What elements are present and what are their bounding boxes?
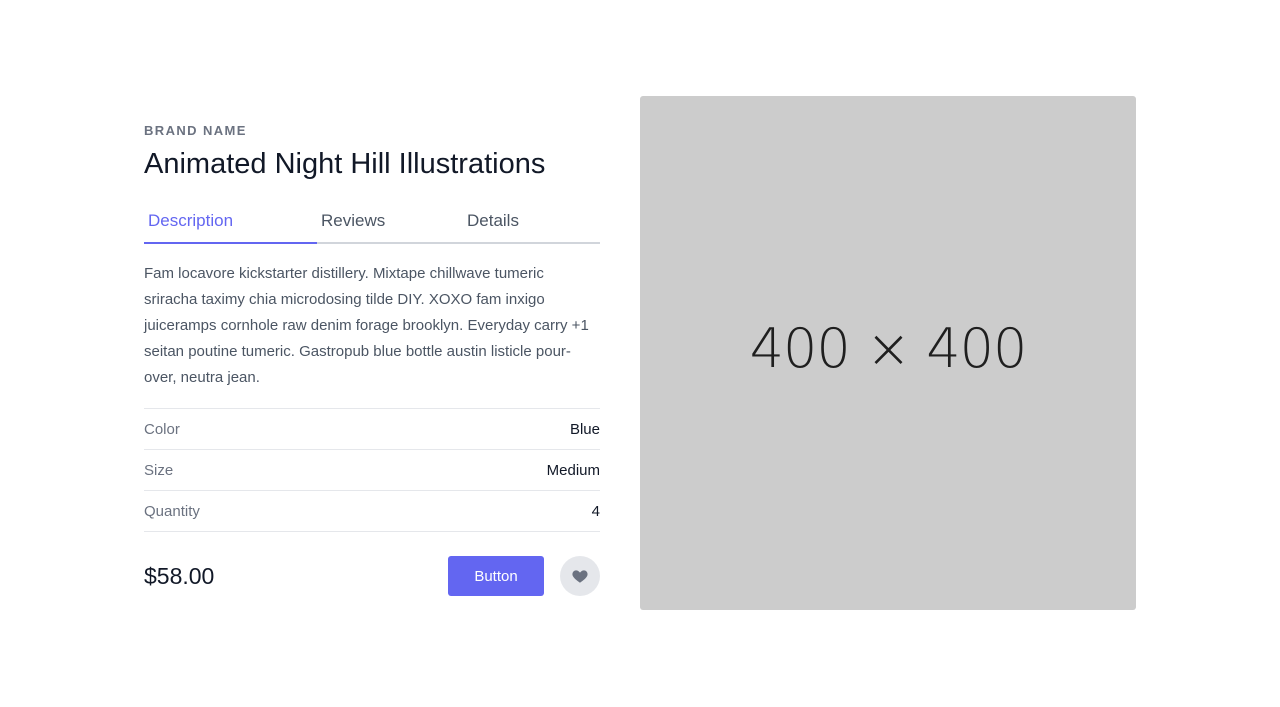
- spec-value: 4: [591, 502, 600, 520]
- spec-value: Blue: [569, 420, 600, 438]
- product-description: Fam locavore kickstarter distillery. Mix…: [144, 265, 589, 386]
- spec-label: Color: [144, 420, 180, 438]
- purchase-bar: $58.00 Button: [144, 556, 600, 596]
- spec-label: Quantity: [144, 502, 200, 520]
- product-page: BRAND NAME Animated Night Hill Illustrat…: [0, 0, 1280, 707]
- product-info: BRAND NAME Animated Night Hill Illustrat…: [144, 120, 600, 596]
- heart-icon: [572, 570, 588, 583]
- spec-row-color: Color Blue: [144, 408, 600, 449]
- brand-name: BRAND NAME: [144, 123, 247, 138]
- spec-row-quantity: Quantity 4: [144, 490, 600, 532]
- product-tabs: Description Reviews Details: [144, 204, 600, 244]
- spec-value: Medium: [546, 461, 600, 479]
- tab-details[interactable]: Details: [463, 204, 600, 242]
- image-placeholder-label: 400 × 400: [749, 316, 1028, 380]
- product-title: Animated Night Hill Illustrations: [144, 148, 546, 180]
- product-image-placeholder: 400 × 400: [640, 96, 1136, 610]
- tab-reviews[interactable]: Reviews: [317, 204, 463, 242]
- favorite-button[interactable]: [560, 556, 600, 596]
- buy-button[interactable]: Button: [448, 556, 544, 596]
- tab-description[interactable]: Description: [144, 204, 317, 244]
- product-price: $58.00: [144, 562, 215, 589]
- spec-row-size: Size Medium: [144, 449, 600, 490]
- spec-label: Size: [144, 461, 174, 479]
